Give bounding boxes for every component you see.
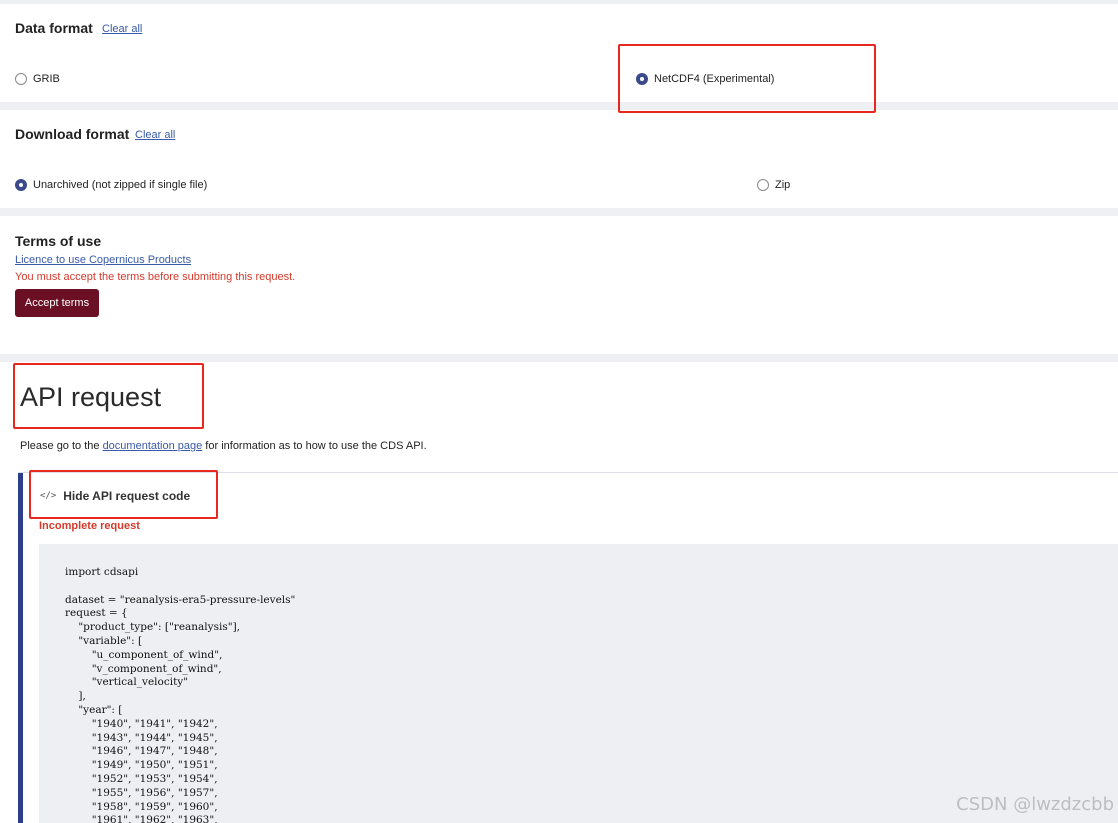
accept-terms-button[interactable]: Accept terms [15, 289, 99, 317]
radio-option-zip[interactable]: Zip [757, 179, 790, 191]
hide-api-code-label: Hide API request code [63, 489, 191, 503]
download-format-panel: Download format Clear all Unarchived (no… [0, 110, 1118, 208]
api-info-suffix: for information as to how to use the CDS… [202, 440, 427, 452]
hide-api-code-toggle[interactable]: </> Hide API request code [40, 489, 190, 503]
radio-grib-indicator[interactable] [15, 73, 27, 85]
radio-zip-indicator[interactable] [757, 179, 769, 191]
code-block-accent-bar [18, 473, 23, 823]
api-info-prefix: Please go to the [20, 440, 103, 452]
download-format-title: Download format [15, 126, 130, 142]
radio-unarchived-label: Unarchived (not zipped if single file) [33, 179, 208, 191]
radio-netcdf4-indicator[interactable] [636, 73, 648, 85]
radio-grib-label: GRIB [33, 73, 60, 85]
data-format-clear-all-link[interactable]: Clear all [102, 23, 142, 35]
data-format-panel: Data format Clear all GRIB NetCDF4 (Expe… [0, 4, 1118, 102]
radio-netcdf4-label: NetCDF4 (Experimental) [654, 73, 775, 85]
radio-option-grib[interactable]: GRIB [15, 73, 60, 85]
api-code-box[interactable]: import cdsapi dataset = "reanalysis-era5… [39, 544, 1118, 823]
documentation-page-link[interactable]: documentation page [103, 440, 203, 452]
api-code-text: import cdsapi dataset = "reanalysis-era5… [65, 566, 296, 823]
api-info-text: Please go to the documentation page for … [20, 440, 427, 452]
radio-option-netcdf4[interactable]: NetCDF4 (Experimental) [636, 73, 774, 85]
radio-zip-label: Zip [775, 179, 791, 191]
data-format-title: Data format [15, 20, 93, 36]
radio-unarchived-indicator[interactable] [15, 179, 27, 191]
download-format-clear-all-link[interactable]: Clear all [135, 129, 175, 141]
radio-option-unarchived[interactable]: Unarchived (not zipped if single file) [15, 179, 207, 191]
code-icon: </> [40, 491, 57, 501]
incomplete-request-status: Incomplete request [39, 520, 140, 532]
terms-warning-text: You must accept the terms before submitt… [15, 271, 296, 283]
terms-title: Terms of use [15, 233, 102, 249]
terms-of-use-panel: Terms of use Licence to use Copernicus P… [0, 216, 1118, 354]
api-request-panel: API request Please go to the documentati… [0, 362, 1118, 823]
api-code-block: </> Hide API request code Incomplete req… [18, 472, 1118, 823]
watermark-text: CSDN @lwzdzcbb [956, 794, 1114, 815]
api-request-title: API request [20, 382, 162, 412]
licence-link[interactable]: Licence to use Copernicus Products [15, 254, 191, 266]
